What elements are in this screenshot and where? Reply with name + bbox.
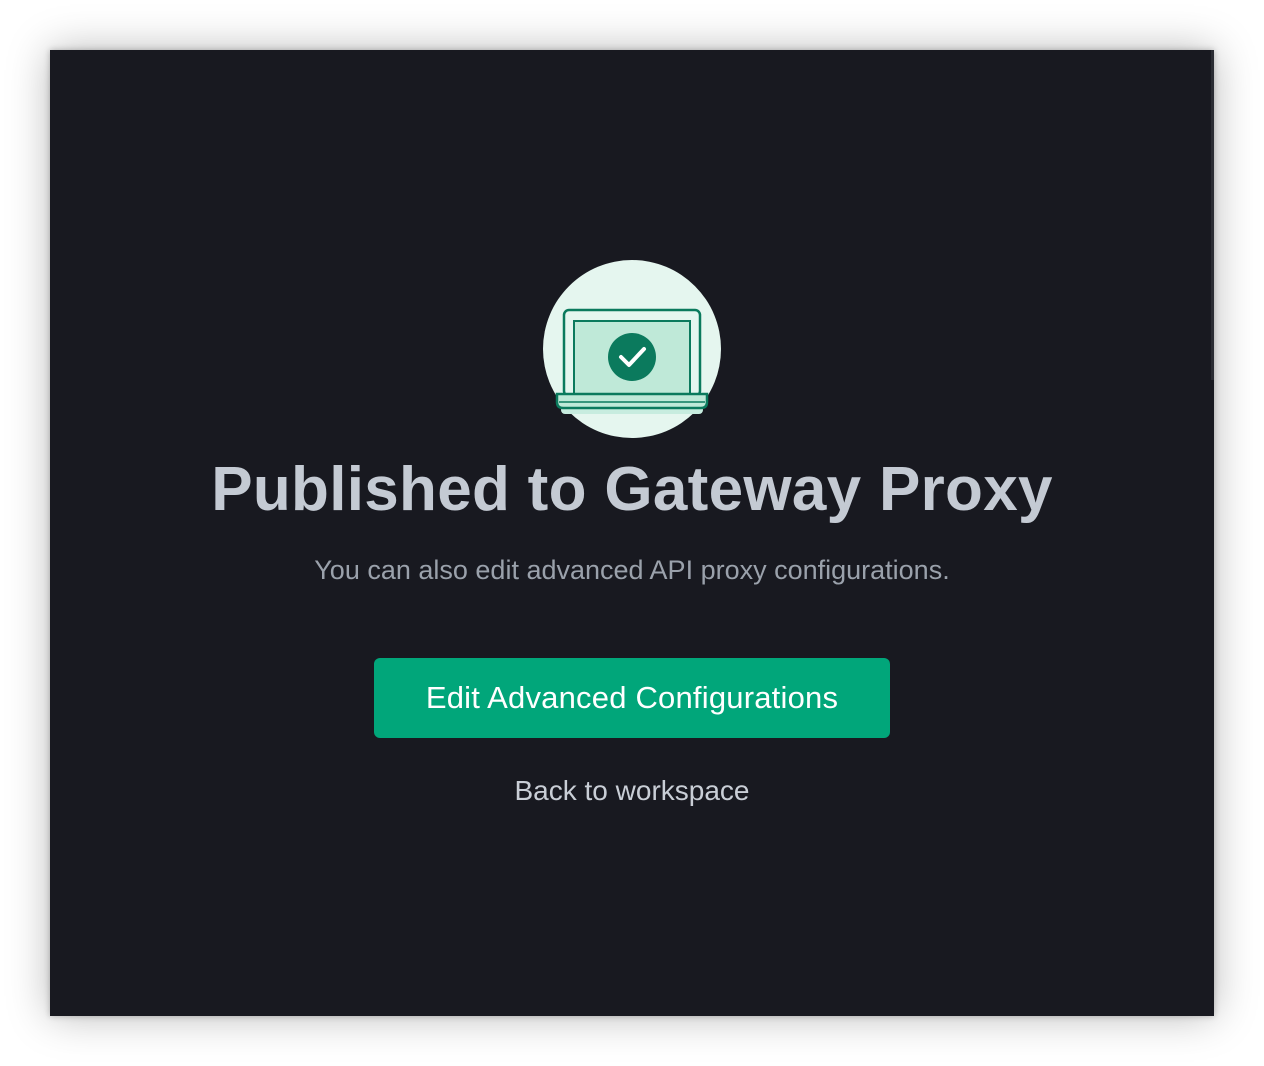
back-to-workspace-link[interactable]: Back to workspace: [50, 772, 1214, 810]
dialog-subtitle: You can also edit advanced API proxy con…: [314, 555, 950, 585]
back-to-workspace-label[interactable]: Back to workspace: [515, 775, 750, 806]
window-edge: [1211, 50, 1214, 380]
checkmark-icon: [608, 333, 656, 381]
published-dialog: Published to Gateway Proxy You can also …: [50, 50, 1214, 1016]
dialog-title: Published to Gateway Proxy: [211, 455, 1053, 524]
laptop-success-icon: [543, 260, 721, 438]
edit-advanced-configurations-button[interactable]: Edit Advanced Configurations: [374, 658, 890, 738]
